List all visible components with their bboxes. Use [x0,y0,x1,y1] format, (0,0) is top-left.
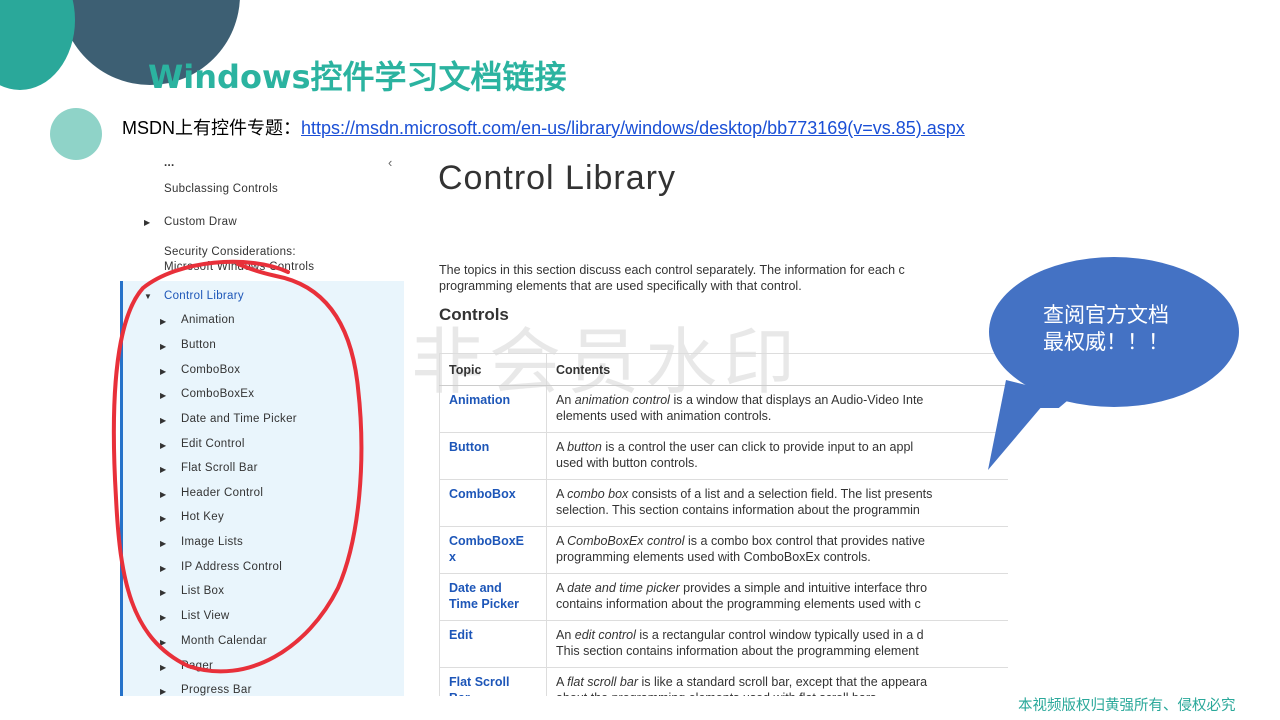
contents-cell: A date and time picker provides a simple… [546,573,1008,621]
contents-rest: consists of a list and a selection field… [628,487,933,501]
contents-term: date and time picker [567,581,680,595]
topic-link[interactable]: Date and Time Picker [439,573,547,621]
contents-cell: A ComboBoxEx control is a combo box cont… [546,526,1008,574]
contents-line-2: used with button controls. [556,455,698,470]
toc-item-security[interactable]: Security Considerations: [164,246,296,258]
msdn-prefix: MSDN上有控件专题： [122,118,301,138]
bubble-text: 查阅官方文档 最权威！！！ [1043,302,1169,356]
topic-line-1[interactable]: Button [449,440,537,456]
contents-line-1: A ComboBoxEx control is a combo box cont… [556,534,1008,550]
copyright-footer: 本视频版权归黄强所有、侵权必究 [1018,698,1236,714]
toc-ellipsis: ... [164,157,175,169]
contents-prefix: An [556,393,575,407]
slide-title: Windows控件学习文档链接 [148,58,567,96]
topic-link[interactable]: Button [439,432,547,480]
intro-text: The topics in this section discuss each … [439,262,1008,294]
table-row: Button A button is a control the user can… [439,432,1008,480]
topic-line-1[interactable]: Animation [449,393,537,409]
intro-line-1: The topics in this section discuss each … [439,263,905,277]
contents-rest: is a combo box control that provides nat… [684,534,925,548]
msdn-link[interactable]: https://msdn.microsoft.com/en-us/library… [301,118,965,138]
table-row: Flat ScrollBar A flat scroll bar is like … [439,667,1008,697]
contents-cell: A button is a control the user can click… [546,432,1008,480]
contents-line-2: elements used with animation controls. [556,408,772,423]
toc-item-custom-draw[interactable]: Custom Draw [164,216,237,228]
contents-term: ComboBoxEx control [567,534,685,548]
topic-line-2[interactable]: Time Picker [449,597,537,613]
contents-line-1: A date and time picker provides a simple… [556,581,1008,597]
bubble-line-1: 查阅官方文档 [1043,303,1169,327]
topic-link[interactable]: ComboBox [439,479,547,527]
col-header-topic: Topic [439,353,547,386]
contents-line-2: selection. This section contains informa… [556,502,920,517]
triangle-right-icon[interactable]: ▶ [144,218,150,227]
contents-rest: is like a standard scroll bar, except th… [637,675,928,689]
chevron-left-icon[interactable]: ‹ [388,155,392,170]
contents-prefix: An [556,628,575,642]
topic-line-2[interactable]: x [449,550,537,566]
contents-line-2: contains information about the programmi… [556,596,921,611]
contents-cell: A flat scroll bar is like a standard scr… [546,667,1008,697]
topic-line-1[interactable]: Edit [449,628,537,644]
red-highlight-loop [111,259,364,674]
contents-line-2: programming elements used with ComboBoxE… [556,549,871,564]
controls-table: Topic Contents Animation An animation con… [439,353,1008,696]
contents-prefix: A [556,487,568,501]
topic-line-1[interactable]: ComboBox [449,487,537,503]
decor-circle-light [50,108,102,160]
table-row: ComboBoxE x A ComboBoxEx control is a comb… [439,526,1008,574]
contents-term: flat scroll bar [567,675,638,689]
table-row: Date and Time Picker A date and time picke… [439,573,1008,621]
table-row: ComboBox A combo box consists of a list a… [439,479,1008,527]
contents-term: edit control [574,628,636,642]
contents-term: button [567,440,602,454]
contents-line-2: This section contains information about … [556,643,919,658]
contents-line-1: An animation control is a window that di… [556,393,1008,409]
contents-term: combo box [567,487,629,501]
topic-line-1[interactable]: Flat Scroll [449,675,537,691]
contents-rest: is a control the user can click to provi… [601,440,914,454]
topic-link[interactable]: Animation [439,385,547,433]
topic-link[interactable]: ComboBoxE x [439,526,547,574]
contents-cell: An edit control is a rectangular control… [546,620,1008,668]
topic-link[interactable]: Edit [439,620,547,668]
intro-line-2: programming elements that are used speci… [439,279,802,293]
contents-line-1: An edit control is a rectangular control… [556,628,1008,644]
contents-cell: An animation control is a window that di… [546,385,1008,433]
col-header-contents: Contents [546,353,1008,386]
contents-term: animation control [574,393,670,407]
contents-rest: is a rectangular control window typicall… [635,628,924,642]
toc-item-subclassing[interactable]: Subclassing Controls [164,183,278,195]
contents-line-1: A combo box consists of a list and a sel… [556,487,1008,503]
topic-line-1[interactable]: Date and [449,581,537,597]
page-heading: Control Library [438,159,676,197]
contents-line-2: about the programming elements used with… [556,691,1008,697]
contents-line-1: A flat scroll bar is like a standard scr… [556,675,1008,691]
triangle-right-icon[interactable]: ▶ [160,687,166,696]
contents-prefix: A [556,534,568,548]
contents-line-1: A button is a control the user can click… [556,440,1008,456]
msdn-line: MSDN上有控件专题：https://msdn.microsoft.com/en… [122,114,965,140]
table-row: Edit An edit control is a rectangular con… [439,620,1008,668]
speech-bubble-tail [988,380,1054,470]
topic-line-1[interactable]: ComboBoxE [449,534,537,550]
decor-circle-teal [0,0,75,90]
contents-rest: provides a simple and intuitive interfac… [679,581,928,595]
contents-prefix: A [556,440,568,454]
contents-prefix: A [556,675,568,689]
doc-content: Control Library The topics in this secti… [401,155,1008,696]
table-header-row: Topic Contents [439,353,1008,386]
topic-line-2[interactable]: Bar [449,691,537,697]
contents-prefix: A [556,581,568,595]
bubble-line-2: 最权威！！！ [1043,330,1169,354]
contents-rest: is a window that displays an Audio-Video… [669,393,924,407]
contents-cell: A combo box consists of a list and a sel… [546,479,1008,527]
table-row: Animation An animation control is a windo… [439,385,1008,433]
topic-link[interactable]: Flat ScrollBar [439,667,547,697]
